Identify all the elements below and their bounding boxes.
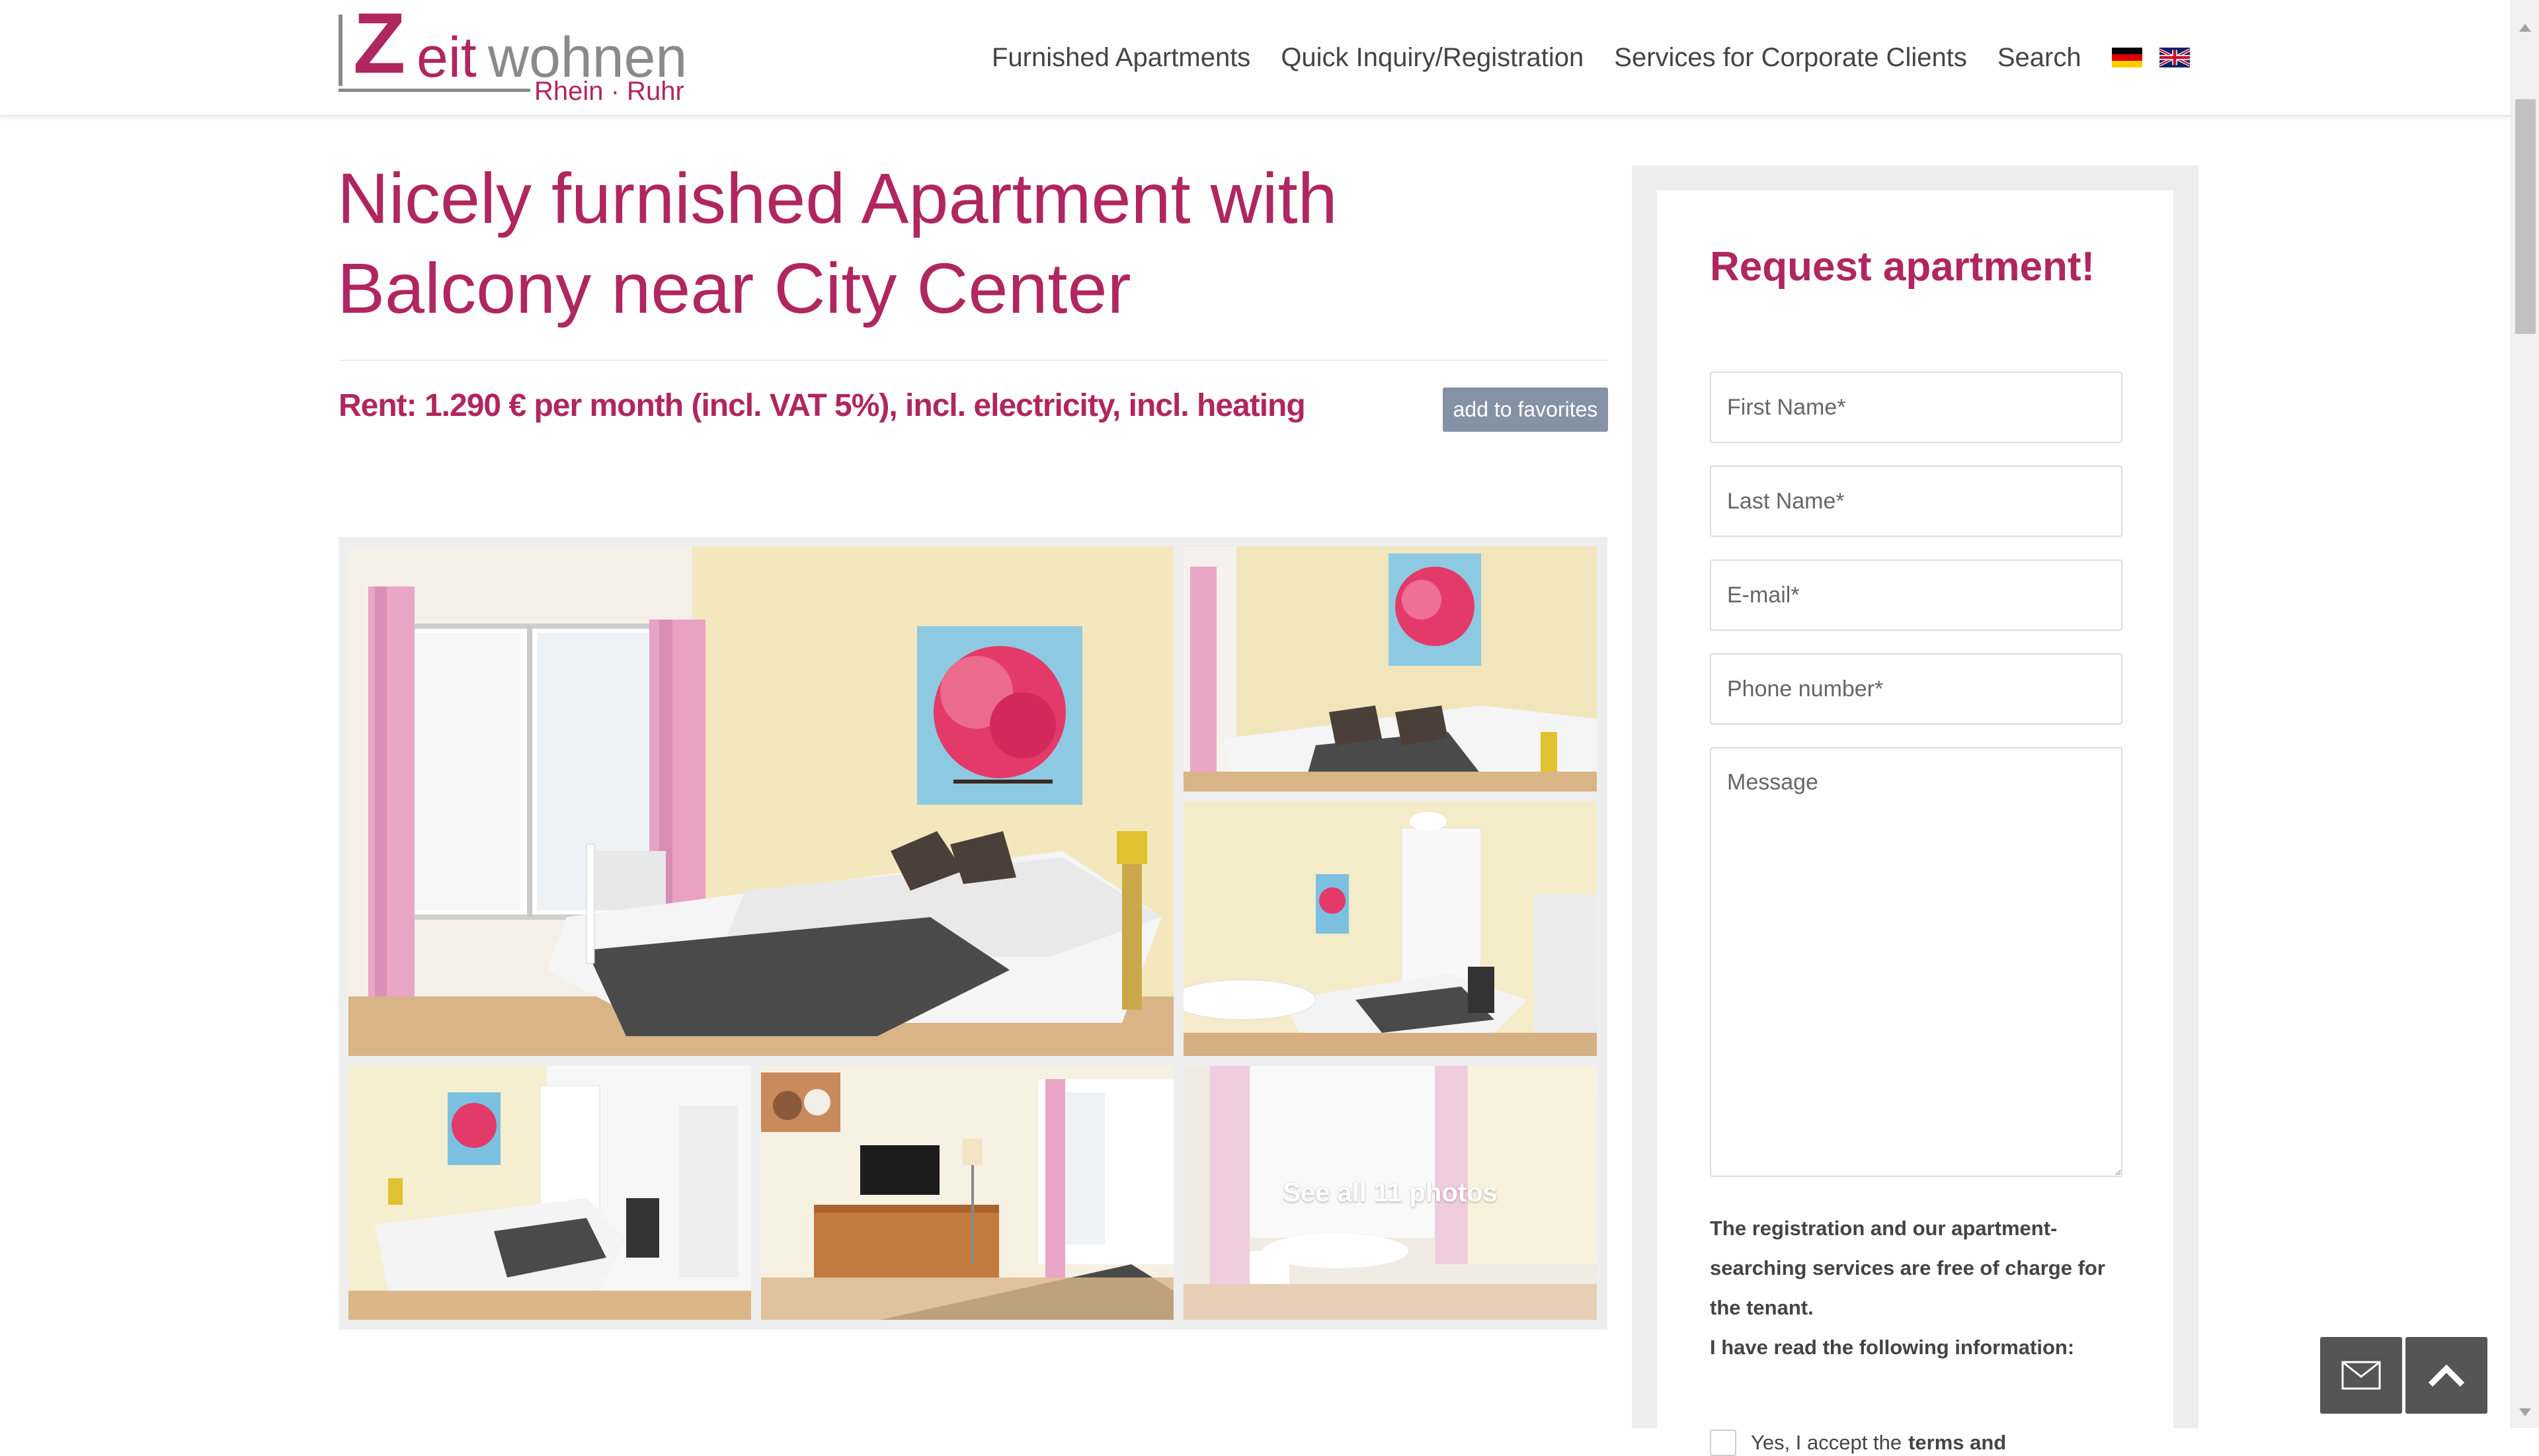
flag-gb-icon[interactable] xyxy=(2159,48,2190,67)
email-field[interactable] xyxy=(1710,559,2122,631)
form-info: The registration and our apartment-searc… xyxy=(1710,1209,2133,1367)
scroll-down-arrow-icon[interactable] xyxy=(2519,1408,2531,1416)
nav-search[interactable]: Search xyxy=(1997,43,2081,73)
see-all-photos-label[interactable]: See all 11 photos xyxy=(1184,1066,1597,1320)
logo-text-brand: eit xyxy=(417,26,477,89)
nav-furnished-apartments[interactable]: Furnished Apartments xyxy=(992,43,1250,73)
scroll-to-top-button[interactable] xyxy=(2405,1337,2487,1414)
last-name-field[interactable] xyxy=(1710,465,2122,537)
nav-corporate-services[interactable]: Services for Corporate Clients xyxy=(1614,43,1967,73)
request-form: Request apartment! The registration and … xyxy=(1657,190,2173,1456)
gallery-photo-2[interactable] xyxy=(1184,547,1597,791)
add-to-favorites-button[interactable]: add to favorites xyxy=(1443,387,1608,432)
logo-underline xyxy=(339,89,530,92)
scroll-thumb[interactable] xyxy=(2515,99,2536,334)
message-field[interactable] xyxy=(1710,747,2122,1177)
gallery-photo-3[interactable] xyxy=(1184,801,1597,1056)
terms-label: Yes, I accept the xyxy=(1751,1431,1902,1454)
logo-bar xyxy=(339,15,343,86)
form-title: Request apartment! xyxy=(1710,244,2095,290)
title-divider xyxy=(339,360,1608,361)
gallery-photo-4[interactable] xyxy=(348,1066,751,1320)
gallery-photo-5[interactable] xyxy=(761,1066,1174,1320)
scroll-up-arrow-icon[interactable] xyxy=(2519,24,2531,32)
page-title: Nicely furnished Apartment with Balcony … xyxy=(337,158,1338,328)
terms-checkbox[interactable] xyxy=(1710,1430,1736,1456)
logo-subtitle: Rhein · Ruhr xyxy=(534,77,684,106)
nav-quick-inquiry[interactable]: Quick Inquiry/Registration xyxy=(1281,43,1584,73)
read-information-note: I have read the following information: xyxy=(1710,1336,2075,1359)
terms-row: Yes, I accept the terms and xyxy=(1710,1430,2006,1456)
rent-info: Rent: 1.290 € per month (incl. VAT 5%), … xyxy=(339,388,1306,423)
chevron-up-icon xyxy=(2428,1364,2465,1387)
mail-icon xyxy=(2341,1361,2381,1390)
gallery-photo-main[interactable] xyxy=(348,547,1174,1056)
site-logo[interactable]: Z eit wohnen Rhein · Ruhr xyxy=(339,0,696,108)
page-scrollbar[interactable] xyxy=(2511,0,2539,1428)
phone-field[interactable] xyxy=(1710,653,2122,725)
see-all-photos-tile[interactable]: See all 11 photos xyxy=(1184,1066,1597,1320)
logo-letter: Z xyxy=(353,0,406,91)
flag-de-icon[interactable] xyxy=(2111,48,2142,67)
request-sidebar: Request apartment! The registration and … xyxy=(1632,165,2198,1456)
photo-gallery: See all 11 photos xyxy=(339,537,1607,1330)
free-of-charge-note: The registration and our apartment-searc… xyxy=(1710,1217,2105,1319)
terms-link[interactable]: terms and xyxy=(1908,1431,2006,1455)
site-header: Z eit wohnen Rhein · Ruhr Furnished Apar… xyxy=(0,0,2511,116)
main-nav: Furnished Apartments Quick Inquiry/Regis… xyxy=(992,41,2207,74)
first-name-field[interactable] xyxy=(1710,372,2122,443)
contact-button[interactable] xyxy=(2320,1337,2402,1414)
